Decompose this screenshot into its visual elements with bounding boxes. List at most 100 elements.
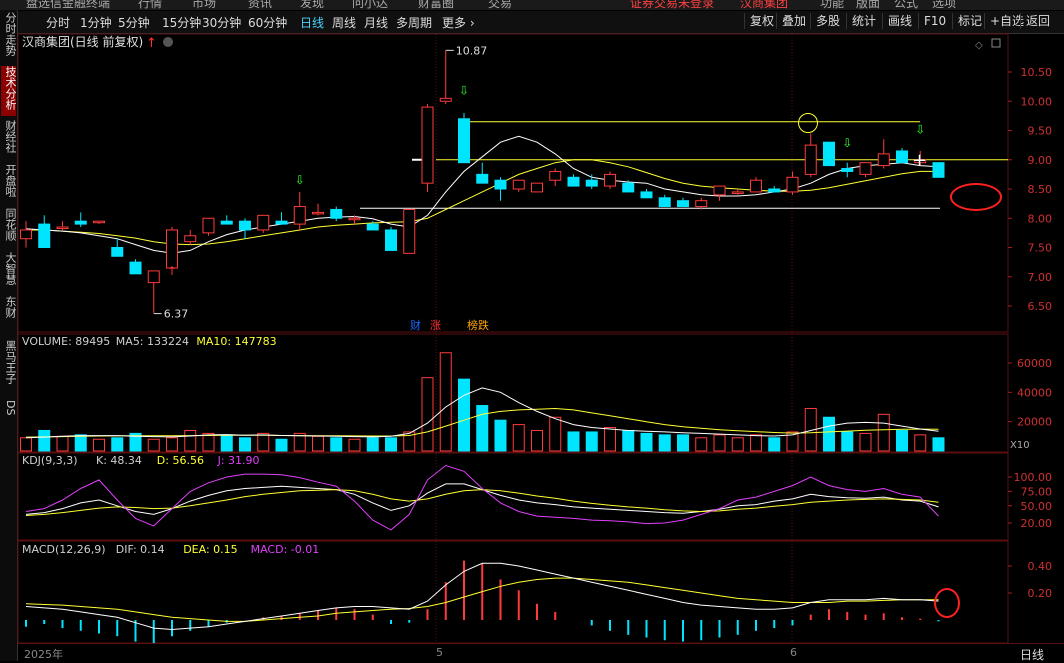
volume-bar xyxy=(74,434,87,452)
candle-body xyxy=(512,179,525,190)
candle-body xyxy=(841,168,854,172)
candle-body xyxy=(494,179,507,190)
max-price-label: 10.87 xyxy=(456,44,488,57)
date-year-label: 2025年 xyxy=(24,648,63,661)
candle-body xyxy=(476,173,489,184)
volume-bar xyxy=(275,438,288,452)
candle-body xyxy=(74,220,87,225)
candle-body xyxy=(202,217,215,234)
volume-bar xyxy=(512,424,525,452)
candle-body xyxy=(385,229,397,251)
volume-bar xyxy=(859,432,872,452)
volume-bar xyxy=(713,434,726,452)
candle-body xyxy=(129,261,142,275)
buy-arrow-icon: ↑ xyxy=(167,264,177,278)
candle-body xyxy=(366,223,379,231)
kdj-tick-label: 20.00 xyxy=(1021,517,1053,530)
volume-bar xyxy=(476,405,489,452)
candle-body xyxy=(348,217,361,221)
kdj-legend: J: 31.90 xyxy=(217,454,260,467)
candle-body xyxy=(439,97,452,102)
volume-bar xyxy=(458,378,470,452)
volume-bar xyxy=(823,416,835,452)
volume-bar xyxy=(220,434,233,452)
candle-body xyxy=(567,176,580,187)
volume-bar xyxy=(677,434,689,452)
candle-body xyxy=(239,220,251,231)
volume-bar xyxy=(239,437,251,452)
macd-tick-label: 0.40 xyxy=(1028,560,1053,573)
sell-arrow-icon: ⇩ xyxy=(295,173,305,187)
candle-body xyxy=(257,214,270,231)
macd-legend: MACD(12,26,9) xyxy=(22,543,106,556)
candle-body xyxy=(38,223,51,249)
kdj-legend: K: 48.34 xyxy=(96,454,142,467)
candle-body xyxy=(768,188,781,193)
candle-body xyxy=(458,118,470,164)
candle-body xyxy=(56,226,69,230)
price-tick-label: 8.00 xyxy=(1028,212,1053,225)
volume-bar xyxy=(750,434,762,452)
volume-bar xyxy=(494,419,507,452)
macd-legend: DIF: 0.14 xyxy=(116,543,165,556)
volume-bar xyxy=(877,413,890,452)
diamond-icon: ◇ xyxy=(975,40,983,51)
candle-body xyxy=(877,153,890,167)
volume-bar xyxy=(531,429,543,452)
candle-body xyxy=(677,200,689,208)
candle-body xyxy=(531,182,543,193)
marker-circle xyxy=(798,113,818,133)
event-badge: 涨 xyxy=(430,319,441,332)
volume-bar xyxy=(147,438,160,452)
highlight-circle-macd xyxy=(934,588,960,618)
candle-body xyxy=(421,106,434,184)
candle-body xyxy=(750,179,762,193)
kdj-legend: KDJ(9,3,3) xyxy=(22,454,78,467)
candle-body xyxy=(93,220,105,224)
volume-bar xyxy=(622,429,635,452)
candle-body xyxy=(640,191,653,199)
candle-body xyxy=(330,208,343,219)
price-tick-label: 7.00 xyxy=(1028,271,1053,284)
volume-bar xyxy=(658,434,671,452)
dropdown-icon xyxy=(163,37,173,47)
volume-bar xyxy=(768,437,781,452)
kdj-legend: D: 56.56 xyxy=(157,454,204,467)
volume-bar xyxy=(348,438,361,452)
candle-body xyxy=(403,208,416,254)
volume-bar xyxy=(184,429,197,452)
candle-body xyxy=(147,270,160,284)
candle-body xyxy=(713,185,726,196)
volume-bar xyxy=(111,437,124,452)
price-ma5-line xyxy=(25,135,939,254)
highlight-circle-price xyxy=(950,183,1002,211)
price-tick-label: 10.50 xyxy=(1021,66,1053,79)
candle-body xyxy=(549,170,562,181)
volume-bar xyxy=(330,437,343,452)
volume-bar xyxy=(932,437,945,452)
sell-arrow-icon: ⇩ xyxy=(459,83,469,97)
volume-bar xyxy=(695,437,708,452)
price-tick-label: 8.50 xyxy=(1028,183,1053,196)
kdj-tick-label: 75.00 xyxy=(1021,485,1053,498)
sell-arrow-icon: ⇩ xyxy=(842,136,852,150)
volume-bar xyxy=(439,352,452,452)
volume-legend: VOLUME: 89495 xyxy=(22,335,110,348)
min-price-label: 6.37 xyxy=(164,308,189,321)
sell-arrow-icon: ⇩ xyxy=(915,123,925,137)
event-badge: 榜跌 xyxy=(467,318,489,332)
stock-chart[interactable]: 汉商集团(日线 前复权) ↑ ◇6.507.007.508.008.509.009.… xyxy=(0,0,1064,661)
candle-body xyxy=(585,179,598,187)
volume-tick-label: 20000 xyxy=(1017,416,1052,429)
volume-bar xyxy=(604,427,616,452)
volume-bar xyxy=(38,429,51,452)
volume-bar xyxy=(366,437,379,452)
date-axis-bar: 2025年 5 6 日线 xyxy=(18,643,1064,662)
candle-body xyxy=(932,162,945,178)
crosshair-cursor-icon: + xyxy=(912,150,927,171)
volume-bar xyxy=(93,438,105,452)
price-tick-label: 9.50 xyxy=(1028,125,1053,138)
candle-body xyxy=(731,191,744,194)
volume-unit-label: X10 xyxy=(1010,440,1030,451)
candle-body xyxy=(604,173,616,187)
